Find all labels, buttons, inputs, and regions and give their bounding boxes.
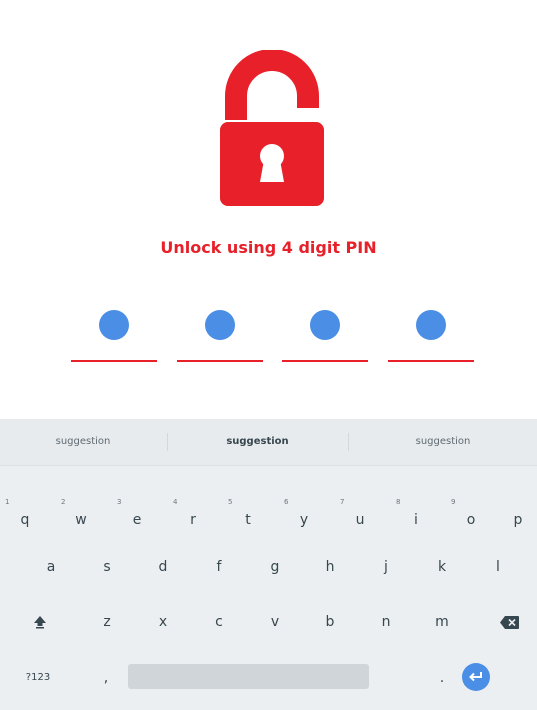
enter-icon: [469, 672, 482, 682]
key-t[interactable]: 5 t: [220, 491, 276, 537]
pin-dot: [99, 310, 129, 340]
key-d[interactable]: d: [135, 544, 191, 590]
pin-slot-2[interactable]: [177, 310, 263, 364]
key-h[interactable]: h: [302, 544, 358, 590]
shift-icon: [34, 616, 46, 629]
key-e[interactable]: 3 e: [109, 491, 165, 537]
key-j[interactable]: j: [358, 544, 414, 590]
shift-key[interactable]: [12, 599, 68, 645]
key-a[interactable]: a: [23, 544, 79, 590]
pin-dot: [205, 310, 235, 340]
key-m[interactable]: m: [414, 599, 470, 645]
key-z[interactable]: z: [79, 599, 135, 645]
key-c[interactable]: c: [191, 599, 247, 645]
pin-dot: [416, 310, 446, 340]
pin-slot-3[interactable]: [282, 310, 368, 364]
key-q[interactable]: 1 q: [0, 491, 53, 537]
key-v[interactable]: v: [247, 599, 303, 645]
key-w[interactable]: 2 w: [53, 491, 109, 537]
key-s[interactable]: s: [79, 544, 135, 590]
pin-underline: [71, 360, 157, 362]
pin-dot: [310, 310, 340, 340]
lock-open-icon: [220, 50, 324, 206]
symbols-key[interactable]: ?123: [10, 655, 66, 701]
pin-prompt: Unlock using 4 digit PIN: [160, 238, 377, 257]
key-i[interactable]: 8 i: [388, 491, 444, 537]
key-n[interactable]: n: [358, 599, 414, 645]
key-f[interactable]: f: [191, 544, 247, 590]
comma-key[interactable]: ,: [78, 655, 134, 701]
key-u[interactable]: 7 u: [332, 491, 388, 537]
key-x[interactable]: x: [135, 599, 191, 645]
key-g[interactable]: g: [247, 544, 303, 590]
pin-screen: Unlock using 4 digit PIN: [0, 0, 537, 419]
suggestion-center[interactable]: suggestion: [168, 419, 347, 465]
key-o[interactable]: 9 o: [443, 491, 499, 537]
pin-underline: [177, 360, 263, 362]
key-r[interactable]: 4 r: [165, 491, 221, 537]
key-b[interactable]: b: [302, 599, 358, 645]
space-key[interactable]: [128, 664, 369, 689]
backspace-key[interactable]: [481, 599, 537, 645]
key-y[interactable]: 6 y: [276, 491, 332, 537]
key-p[interactable]: p: [499, 491, 537, 537]
soft-keyboard: suggestion suggestion suggestion 1 q 2 w…: [0, 419, 537, 710]
key-k[interactable]: k: [414, 544, 470, 590]
pin-underline: [282, 360, 368, 362]
enter-key[interactable]: [462, 663, 490, 691]
pin-slot-1[interactable]: [71, 310, 157, 364]
suggestion-left[interactable]: suggestion: [0, 419, 166, 465]
pin-underline: [388, 360, 474, 362]
key-l[interactable]: l: [470, 544, 526, 590]
backspace-icon: [500, 616, 519, 629]
suggestion-bar: suggestion suggestion suggestion: [0, 419, 537, 466]
pin-slot-4[interactable]: [388, 310, 474, 364]
suggestion-right[interactable]: suggestion: [349, 419, 537, 465]
